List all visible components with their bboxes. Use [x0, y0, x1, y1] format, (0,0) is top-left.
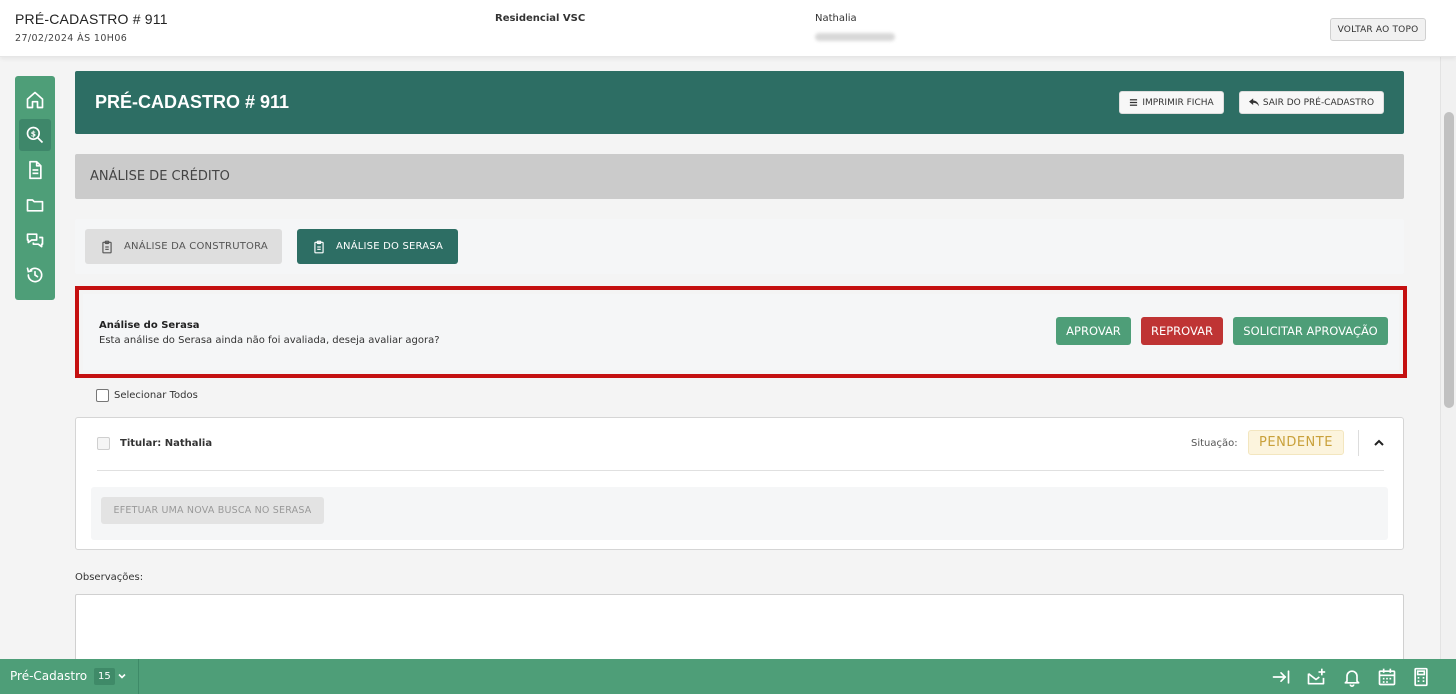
tab-construtora-analysis[interactable]: ANÁLISE DA CONSTRUTORA: [85, 229, 282, 264]
clipboard-icon: [102, 240, 112, 253]
page-scrollbar[interactable]: [1440, 57, 1456, 660]
clipboard-icon: [314, 240, 324, 253]
header-user-redacted: [815, 33, 895, 41]
sidebar-item-credit-analysis[interactable]: $: [19, 119, 51, 151]
select-all-checkbox[interactable]: [96, 389, 109, 402]
new-serasa-search-button[interactable]: EFETUAR UMA NOVA BUSCA NO SERASA: [101, 497, 324, 524]
bell-icon[interactable]: [1342, 667, 1362, 687]
alert-message: Esta análise do Serasa ainda não foi ava…: [99, 335, 440, 346]
page-header: PRÉ-CADASTRO # 911 IMPRIMIR FICHA SAIR D…: [75, 71, 1404, 134]
money-search-icon: $: [26, 126, 44, 144]
sidebar-item-history[interactable]: [19, 259, 51, 291]
request-approval-button[interactable]: SOLICITAR APROVAÇÃO: [1233, 317, 1388, 345]
section-banner: ANÁLISE DE CRÉDITO: [75, 154, 1404, 199]
alert-title: Análise do Serasa: [99, 320, 200, 331]
titular-checkbox[interactable]: [97, 437, 110, 450]
card-actions-area: EFETUAR UMA NOVA BUSCA NO SERASA: [91, 487, 1388, 540]
chevron-down-icon[interactable]: [117, 671, 127, 681]
sidebar-item-documents[interactable]: [19, 154, 51, 186]
bottom-bar-count: 15: [94, 668, 115, 685]
history-icon: [26, 267, 43, 283]
reply-arrow-icon: [1248, 98, 1259, 107]
exit-button[interactable]: SAIR DO PRÉ-CADASTRO: [1239, 91, 1384, 114]
sidebar-item-home[interactable]: [19, 84, 51, 116]
header-title: PRÉ-CADASTRO # 911: [15, 11, 168, 27]
list-icon: [1130, 99, 1138, 106]
tab-construtora-label: ANÁLISE DA CONSTRUTORA: [124, 241, 268, 252]
select-all: Selecionar Todos: [96, 389, 198, 402]
svg-text:$: $: [31, 129, 36, 138]
status-label: Situação:: [1191, 438, 1238, 449]
serasa-evaluation-alert: Análise do Serasa Esta análise do Serasa…: [75, 286, 1407, 378]
calculator-icon[interactable]: [1411, 667, 1431, 687]
home-icon: [26, 91, 44, 109]
chevron-up-icon[interactable]: [1372, 436, 1386, 450]
alert-body: Análise do Serasa Esta análise do Serasa…: [83, 294, 1399, 370]
select-all-label: Selecionar Todos: [114, 390, 198, 401]
back-to-top-button[interactable]: VOLTAR AO TOPO: [1330, 18, 1426, 41]
bottom-bar-label[interactable]: Pré-Cadastro: [10, 669, 87, 683]
tab-serasa-label: ANÁLISE DO SERASA: [336, 241, 444, 252]
header-datetime: 27/02/2024 ÀS 10H06: [15, 33, 128, 44]
bottom-bar-divider: [138, 659, 139, 694]
reject-button[interactable]: REPROVAR: [1141, 317, 1223, 345]
observations-label: Observações:: [75, 572, 144, 583]
document-icon: [29, 160, 42, 180]
page-title: PRÉ-CADASTRO # 911: [95, 92, 290, 112]
calendar-icon[interactable]: [1377, 667, 1397, 687]
header-user-name: Nathalia: [815, 13, 857, 24]
add-message-icon[interactable]: [1306, 667, 1326, 687]
analysis-tabs: ANÁLISE DA CONSTRUTORA ANÁLISE DO SERASA: [75, 219, 1404, 274]
folder-icon: [26, 199, 44, 212]
chat-icon: [26, 233, 44, 248]
left-sidebar: $: [15, 76, 55, 300]
tab-serasa-analysis[interactable]: ANÁLISE DO SERASA: [297, 229, 458, 264]
bottom-bar: Pré-Cadastro 15: [0, 659, 1456, 694]
sidebar-item-files[interactable]: [19, 189, 51, 221]
top-header: PRÉ-CADASTRO # 911 27/02/2024 ÀS 10H06 R…: [0, 0, 1456, 57]
approve-button[interactable]: APROVAR: [1056, 317, 1131, 345]
card-separator: [97, 470, 1384, 471]
card-divider: [1358, 430, 1359, 456]
sidebar-item-messages[interactable]: [19, 224, 51, 256]
scrollbar-thumb[interactable]: [1444, 112, 1454, 408]
collapse-right-icon[interactable]: [1271, 667, 1291, 687]
print-button[interactable]: IMPRIMIR FICHA: [1119, 91, 1224, 114]
section-title: ANÁLISE DE CRÉDITO: [90, 169, 230, 184]
header-residencial: Residencial VSC: [495, 13, 586, 24]
exit-button-label: SAIR DO PRÉ-CADASTRO: [1262, 97, 1375, 108]
titular-card: Titular: Nathalia Situação: PENDENTE EFE…: [75, 417, 1404, 550]
titular-name: Titular: Nathalia: [120, 438, 213, 449]
status-badge: PENDENTE: [1248, 430, 1344, 455]
print-button-label: IMPRIMIR FICHA: [1142, 97, 1214, 108]
